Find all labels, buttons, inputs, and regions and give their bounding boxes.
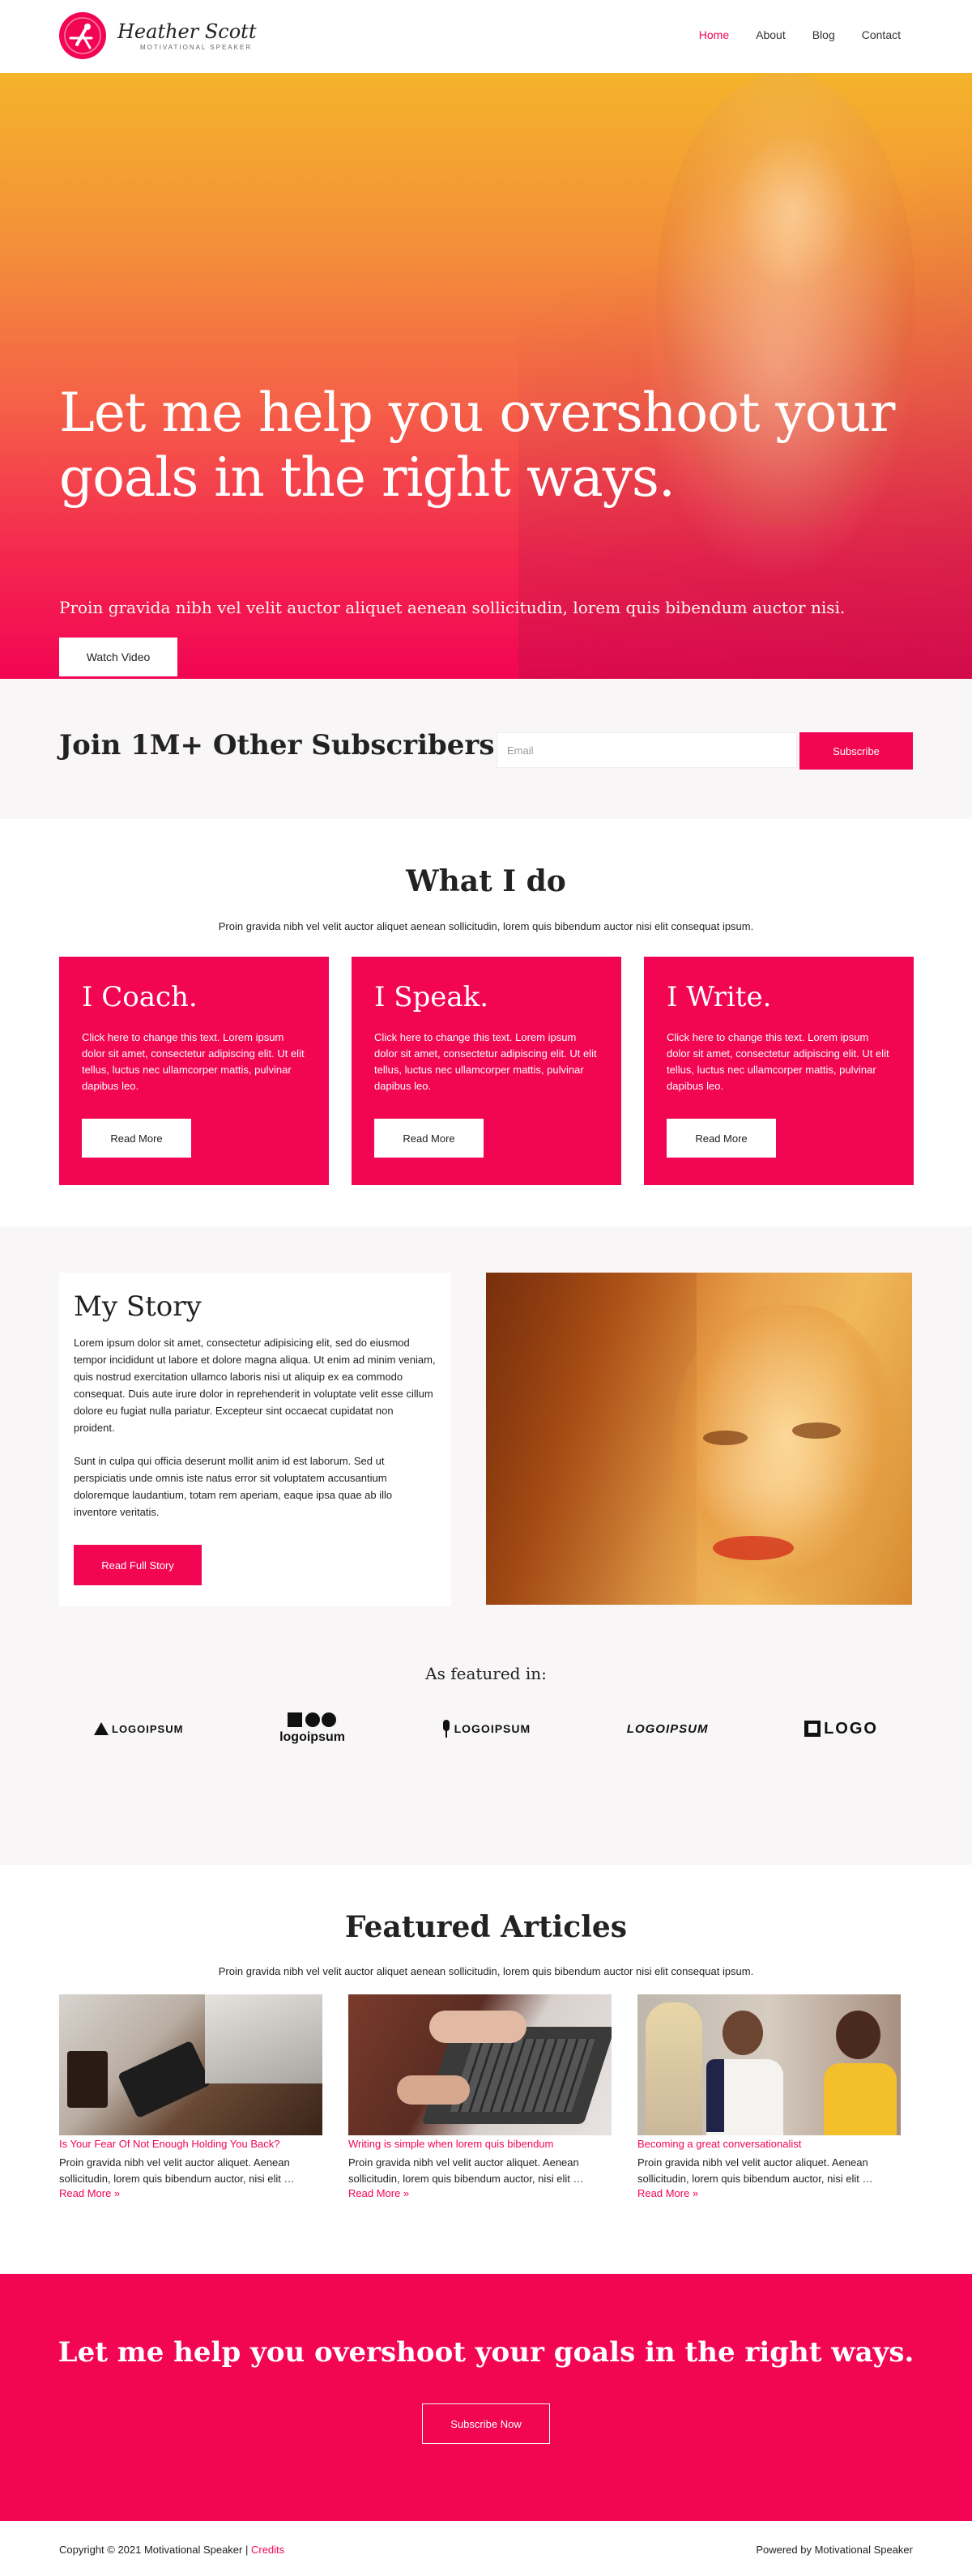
watch-video-button[interactable]: Watch Video [59,638,177,676]
cta-title: Let me help you overshoot your goals in … [58,2336,914,2369]
copyright: Copyright © 2021 Motivational Speaker | … [59,2544,284,2556]
card-text: Click here to change this text. Lorem ip… [82,1031,305,1092]
service-card-coach: I Coach. Click here to change this text.… [59,957,329,1185]
article-image[interactable] [348,1994,612,2135]
brand-name: Heather Scott [117,19,257,43]
section-description: Proin gravida nibh vel velit auctor aliq… [218,1965,754,1977]
section-description: Proin gravida nibh vel velit auctor aliq… [218,920,754,932]
press-logo: LOGOIPSUM [626,1721,709,1736]
press-logo: LOGOIPSUM [441,1720,531,1738]
credits-link[interactable]: Credits [251,2544,284,2556]
article-excerpt: Proin gravida nibh vel velit auctor aliq… [59,2156,295,2185]
copyright-text: Copyright © 2021 Motivational Speaker | [59,2544,251,2556]
cta-section: Let me help you overshoot your goals in … [0,2274,972,2521]
brand-tagline: MOTIVATIONAL SPEAKER [140,43,253,51]
read-more-link[interactable]: Read More » [637,2187,901,2199]
hero-background-image [518,73,972,679]
article-card: Is Your Fear Of Not Enough Holding You B… [59,1994,322,2199]
nav-contact[interactable]: Contact [862,28,901,41]
article-card: Becoming a great conversationalist Proin… [637,1994,901,2199]
logo-mark-icon [59,12,106,59]
hero-subtitle: Proin gravida nibh vel velit auctor aliq… [59,598,846,617]
card-title: I Coach. [82,981,198,1013]
article-grid: Is Your Fear Of Not Enough Holding You B… [59,1994,901,2199]
read-more-link[interactable]: Read More » [59,2187,322,2199]
press-logo: LOGO [804,1720,878,1738]
service-card-write: I Write. Click here to change this text.… [644,957,914,1185]
read-more-link[interactable]: Read More » [348,2187,612,2199]
brand-logo[interactable]: Heather Scott MOTIVATIONAL SPEAKER [59,12,256,59]
service-cards: I Coach. Click here to change this text.… [59,957,914,1185]
what-i-do-section: What I do Proin gravida nibh vel velit a… [0,819,972,1226]
subscribe-button[interactable]: Subscribe [799,732,913,770]
card-text: Click here to change this text. Lorem ip… [667,1031,889,1092]
nav-blog[interactable]: Blog [812,28,835,41]
story-paragraph: Sunt in culpa qui officia deserunt molli… [74,1455,393,1518]
subscribe-title: Join 1M+ Other Subscribers [59,729,495,761]
story-title: My Story [74,1290,202,1323]
article-title[interactable]: Becoming a great conversationalist [637,2138,901,2150]
site-header: Heather Scott MOTIVATIONAL SPEAKER Home … [0,0,972,73]
article-image[interactable] [637,1994,901,2135]
card-text: Click here to change this text. Lorem ip… [374,1031,597,1092]
story-card: My Story Lorem ipsum dolor sit amet, con… [59,1273,451,1606]
card-title: I Write. [667,981,772,1013]
featured-articles-section: Featured Articles Proin gravida nibh vel… [0,1865,972,2274]
story-section: My Story Lorem ipsum dolor sit amet, con… [0,1226,972,1865]
subscribe-section: Join 1M+ Other Subscribers Email Subscri… [0,679,972,819]
press-logo: logoipsum [279,1712,345,1745]
nav-home[interactable]: Home [699,28,729,41]
logo-mark-icon [94,1722,109,1735]
email-field[interactable]: Email [497,732,797,768]
subscribe-now-button[interactable]: Subscribe Now [422,2403,550,2444]
featured-in-title: As featured in: [425,1664,547,1683]
press-logos: LOGOIPSUM logoipsum LOGOIPSUM LOGOIPSUM … [59,1712,913,1745]
read-more-button[interactable]: Read More [374,1119,484,1158]
main-nav: Home About Blog Contact [699,28,901,41]
logo-mark-icon [442,1720,450,1738]
logo-mark-icon [804,1721,821,1737]
article-excerpt: Proin gravida nibh vel velit auctor aliq… [348,2156,584,2185]
article-title[interactable]: Writing is simple when lorem quis bibend… [348,2138,612,2150]
story-portrait-image [486,1273,912,1605]
section-title: What I do [406,864,566,898]
read-more-button[interactable]: Read More [667,1119,776,1158]
read-more-button[interactable]: Read More [82,1119,191,1158]
site-footer: Copyright © 2021 Motivational Speaker | … [0,2521,972,2576]
article-image[interactable] [59,1994,322,2135]
story-paragraph: Lorem ipsum dolor sit amet, consectetur … [74,1337,436,1434]
hero-section: Let me help you overshoot your goals in … [0,73,972,679]
article-title[interactable]: Is Your Fear Of Not Enough Holding You B… [59,2138,322,2150]
service-card-speak: I Speak. Click here to change this text.… [352,957,621,1185]
logo-mark-icon [287,1712,336,1727]
section-title: Featured Articles [344,1910,628,1944]
card-title: I Speak. [374,981,489,1013]
powered-by: Powered by Motivational Speaker [756,2544,913,2556]
hero-title: Let me help you overshoot your goals in … [59,382,895,509]
article-card: Writing is simple when lorem quis bibend… [348,1994,612,2199]
press-logo: LOGOIPSUM [94,1722,183,1735]
article-excerpt: Proin gravida nibh vel velit auctor aliq… [637,2156,873,2185]
nav-about[interactable]: About [756,28,786,41]
read-full-story-button[interactable]: Read Full Story [74,1545,202,1585]
